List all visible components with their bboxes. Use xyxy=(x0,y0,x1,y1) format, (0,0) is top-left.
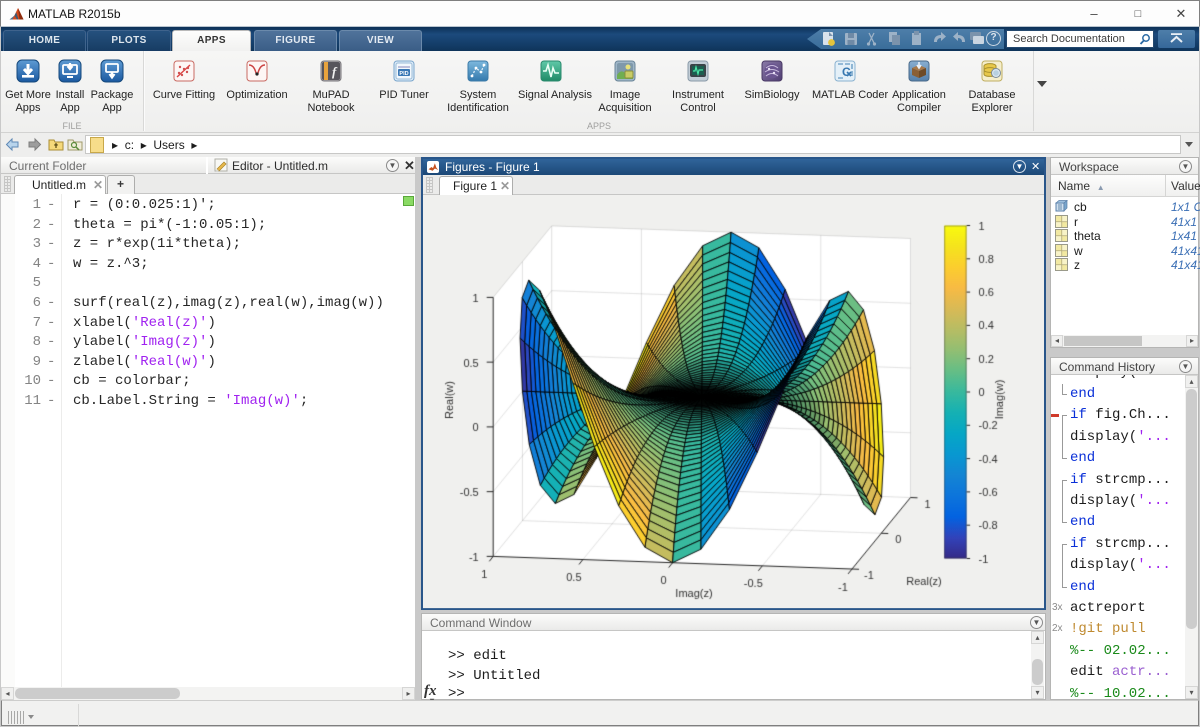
svg-text:PID: PID xyxy=(399,71,408,77)
svg-text:C: C xyxy=(842,65,851,79)
